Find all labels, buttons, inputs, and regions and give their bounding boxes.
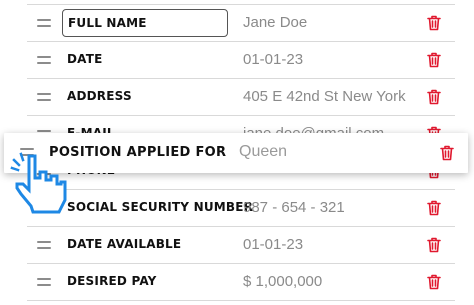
field-row-full-name[interactable]: FULL NAME Jane Doe (27, 5, 455, 42)
field-value: Queen (239, 143, 288, 160)
trash-icon[interactable] (427, 52, 441, 68)
field-label: ADDRESS (67, 89, 132, 103)
drag-handle-icon[interactable] (37, 93, 51, 105)
drag-handle-icon[interactable] (37, 56, 51, 68)
field-row-ssn[interactable]: SOCIAL SECURITY NUMBER 987 - 654 - 321 (27, 190, 455, 227)
hand-pointer-icon (10, 152, 67, 214)
field-label: DESIRED PAY (67, 274, 157, 288)
trash-icon[interactable] (427, 237, 441, 253)
field-value: 987 - 654 - 321 (243, 199, 345, 216)
field-value: 01-01-23 (243, 51, 304, 68)
field-label: POSITION APPLIED FOR (49, 145, 227, 160)
field-row-date[interactable]: DATE 01-01-23 (27, 42, 455, 79)
field-row-desired-pay[interactable]: DESIRED PAY $ 1,000,000 (27, 264, 455, 301)
form-field-list: FULL NAME Jane Doe DATE 01-01-23 ADDRESS… (27, 4, 455, 301)
field-value: 405 E 42nd St New York (243, 88, 406, 105)
field-value: 01-01-23 (243, 236, 304, 253)
field-row-date-available[interactable]: DATE AVAILABLE 01-01-23 (27, 227, 455, 264)
drag-handle-icon[interactable] (37, 278, 51, 290)
field-value: Jane Doe (243, 14, 308, 31)
drag-handle-icon[interactable] (37, 241, 51, 253)
field-label: SOCIAL SECURITY NUMBER (67, 200, 254, 214)
field-label: DATE (67, 52, 103, 66)
trash-icon[interactable] (427, 200, 441, 216)
dragging-field-card[interactable]: POSITION APPLIED FOR Queen (4, 133, 468, 173)
field-label[interactable]: FULL NAME (62, 9, 228, 37)
drag-handle-icon[interactable] (37, 19, 51, 31)
trash-icon[interactable] (440, 145, 454, 161)
trash-icon[interactable] (427, 89, 441, 105)
trash-icon[interactable] (427, 274, 441, 290)
field-row-address[interactable]: ADDRESS 405 E 42nd St New York (27, 79, 455, 116)
field-value: $ 1,000,000 (243, 273, 323, 290)
field-label: DATE AVAILABLE (67, 237, 182, 251)
trash-icon[interactable] (427, 15, 441, 31)
